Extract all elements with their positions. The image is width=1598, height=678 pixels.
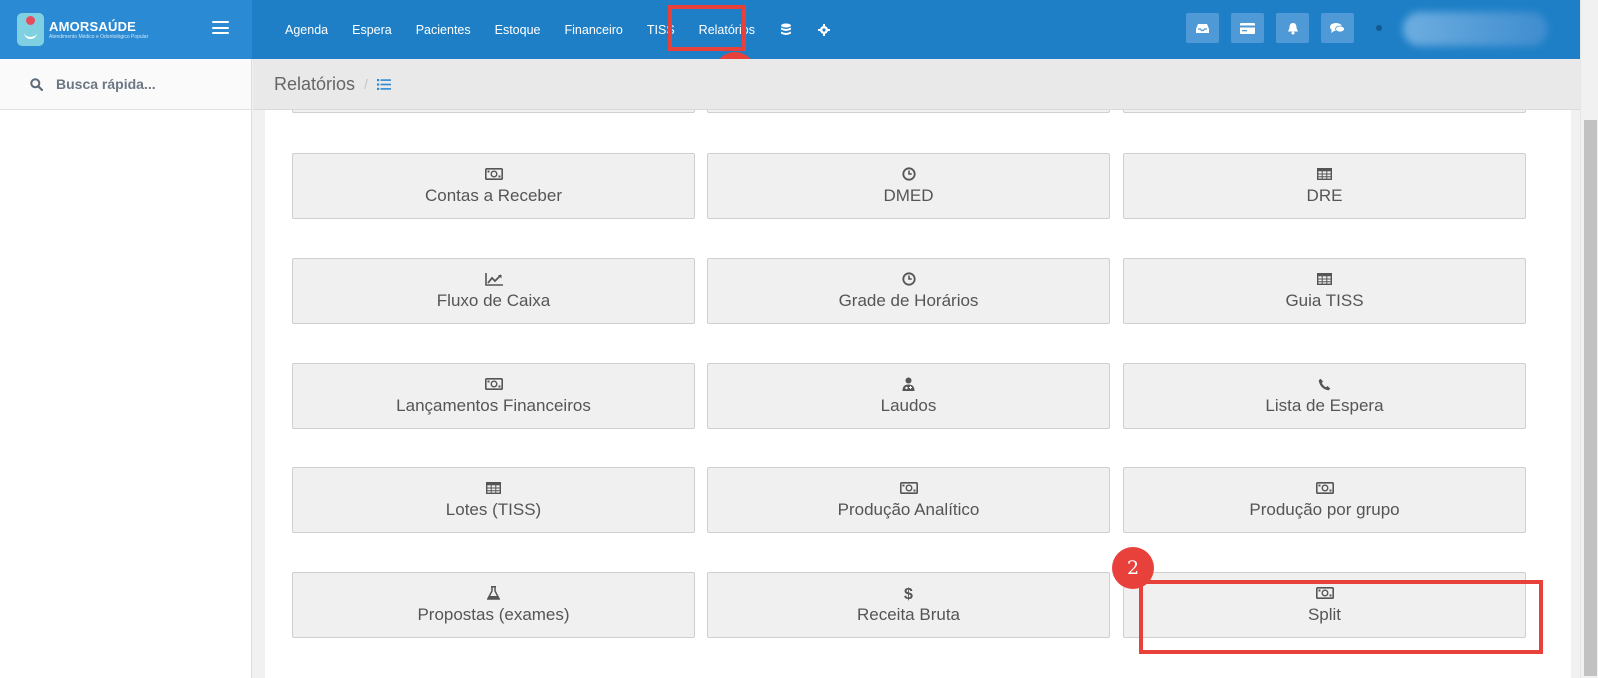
money-icon <box>484 166 503 182</box>
brand[interactable]: AMORSAÚDE Atendimento Médico e Odontológ… <box>0 0 252 59</box>
flask-icon <box>487 585 500 601</box>
phone-icon <box>1318 376 1331 392</box>
report-card-producao-analitico[interactable]: Produção Analítico <box>707 467 1110 533</box>
database-icon[interactable] <box>779 23 793 37</box>
inbox-icon[interactable] <box>1186 13 1219 43</box>
status-dot-icon <box>1376 25 1382 31</box>
report-card-label: Laudos <box>880 396 937 415</box>
report-card-label: DRE <box>1306 186 1343 205</box>
scrollbar-thumb[interactable] <box>1584 120 1597 676</box>
user-menu-avatar[interactable] <box>1403 12 1548 46</box>
breadcrumb: Relatórios / <box>253 59 1580 110</box>
logo-icon <box>17 13 44 46</box>
report-card-contas-a-receber[interactable]: Contas a Receber <box>292 153 695 219</box>
report-card-dre[interactable]: DRE <box>1123 153 1526 219</box>
toolbar <box>1186 13 1382 43</box>
report-card-label: Receita Bruta <box>857 605 960 624</box>
report-card-guia-tiss[interactable]: Guia TISS <box>1123 258 1526 324</box>
nav-estoque[interactable]: Estoque <box>483 0 553 59</box>
report-card-label: Grade de Horários <box>838 291 979 310</box>
table-icon <box>1317 166 1332 182</box>
money-icon <box>484 376 503 392</box>
report-card-fluxo-de-caixa[interactable]: Fluxo de Caixa <box>292 258 695 324</box>
list-icon[interactable] <box>376 78 391 90</box>
brand-name: AMORSAÚDE Atendimento Médico e Odontológ… <box>49 18 149 40</box>
report-card-partial[interactable] <box>1123 110 1526 113</box>
chat-icon[interactable] <box>1321 13 1354 43</box>
breadcrumb-separator: / <box>364 76 368 92</box>
main-nav: Agenda Espera Pacientes Estoque Financei… <box>273 0 843 59</box>
report-card-partial[interactable] <box>292 110 695 113</box>
line-chart-icon <box>484 271 503 287</box>
clock-icon <box>901 271 916 287</box>
clock-icon <box>901 166 916 182</box>
report-card-label: Produção Analítico <box>837 500 980 519</box>
report-card-lancamentos-financeiros[interactable]: Lançamentos Financeiros <box>292 363 695 429</box>
report-card-partial[interactable] <box>707 110 1110 113</box>
search-icon <box>30 77 43 91</box>
dollar-icon: $ <box>903 585 914 601</box>
sidebar: Busca rápida... <box>0 59 252 678</box>
bell-icon[interactable] <box>1276 13 1309 43</box>
page-title: Relatórios <box>274 73 356 94</box>
nav-pacientes[interactable]: Pacientes <box>404 0 483 59</box>
nav-financeiro[interactable]: Financeiro <box>553 0 635 59</box>
report-card-label: Guia TISS <box>1285 291 1364 310</box>
nav-espera[interactable]: Espera <box>340 0 404 59</box>
report-card-receita-bruta[interactable]: $ Receita Bruta <box>707 572 1110 638</box>
report-card-propostas-exames[interactable]: Propostas (exames) <box>292 572 695 638</box>
user-md-icon <box>902 376 915 392</box>
search-input[interactable]: Busca rápida... <box>56 76 156 92</box>
report-card-label: DMED <box>883 186 934 205</box>
money-icon <box>1315 480 1334 496</box>
top-navbar: AMORSAÚDE Atendimento Médico e Odontológ… <box>0 0 1580 59</box>
report-card-label: Lotes (TISS) <box>445 500 542 519</box>
scrollbar[interactable] <box>1580 0 1598 678</box>
highlight-box-relatorios <box>668 5 746 51</box>
money-icon <box>899 480 918 496</box>
highlight-box-split <box>1139 580 1543 654</box>
table-icon <box>486 480 501 496</box>
report-card-label: Lista de Espera <box>1265 396 1384 415</box>
report-card-label: Fluxo de Caixa <box>436 291 551 310</box>
report-card-lista-de-espera[interactable]: Lista de Espera <box>1123 363 1526 429</box>
menu-toggle-icon[interactable] <box>212 21 229 34</box>
report-card-dmed[interactable]: DMED <box>707 153 1110 219</box>
report-card-label: Produção por grupo <box>1249 500 1400 519</box>
step-badge-2: 2 <box>1112 547 1154 589</box>
report-card-grade-de-horarios[interactable]: Grade de Horários <box>707 258 1110 324</box>
report-card-label: Contas a Receber <box>424 186 563 205</box>
brand-tagline: Atendimento Médico e Odontológico Popula… <box>49 33 149 40</box>
card-icon[interactable] <box>1231 13 1264 43</box>
quick-search[interactable]: Busca rápida... <box>0 59 251 110</box>
report-card-producao-por-grupo[interactable]: Produção por grupo <box>1123 467 1526 533</box>
app-window: AMORSAÚDE Atendimento Médico e Odontológ… <box>0 0 1598 678</box>
gear-icon[interactable] <box>817 23 831 37</box>
report-card-lotes-tiss[interactable]: Lotes (TISS) <box>292 467 695 533</box>
report-card-laudos[interactable]: Laudos <box>707 363 1110 429</box>
table-icon <box>1317 271 1332 287</box>
report-card-label: Propostas (exames) <box>417 605 570 624</box>
svg-text:$: $ <box>904 586 913 601</box>
nav-agenda[interactable]: Agenda <box>273 0 340 59</box>
report-card-label: Lançamentos Financeiros <box>396 396 591 415</box>
